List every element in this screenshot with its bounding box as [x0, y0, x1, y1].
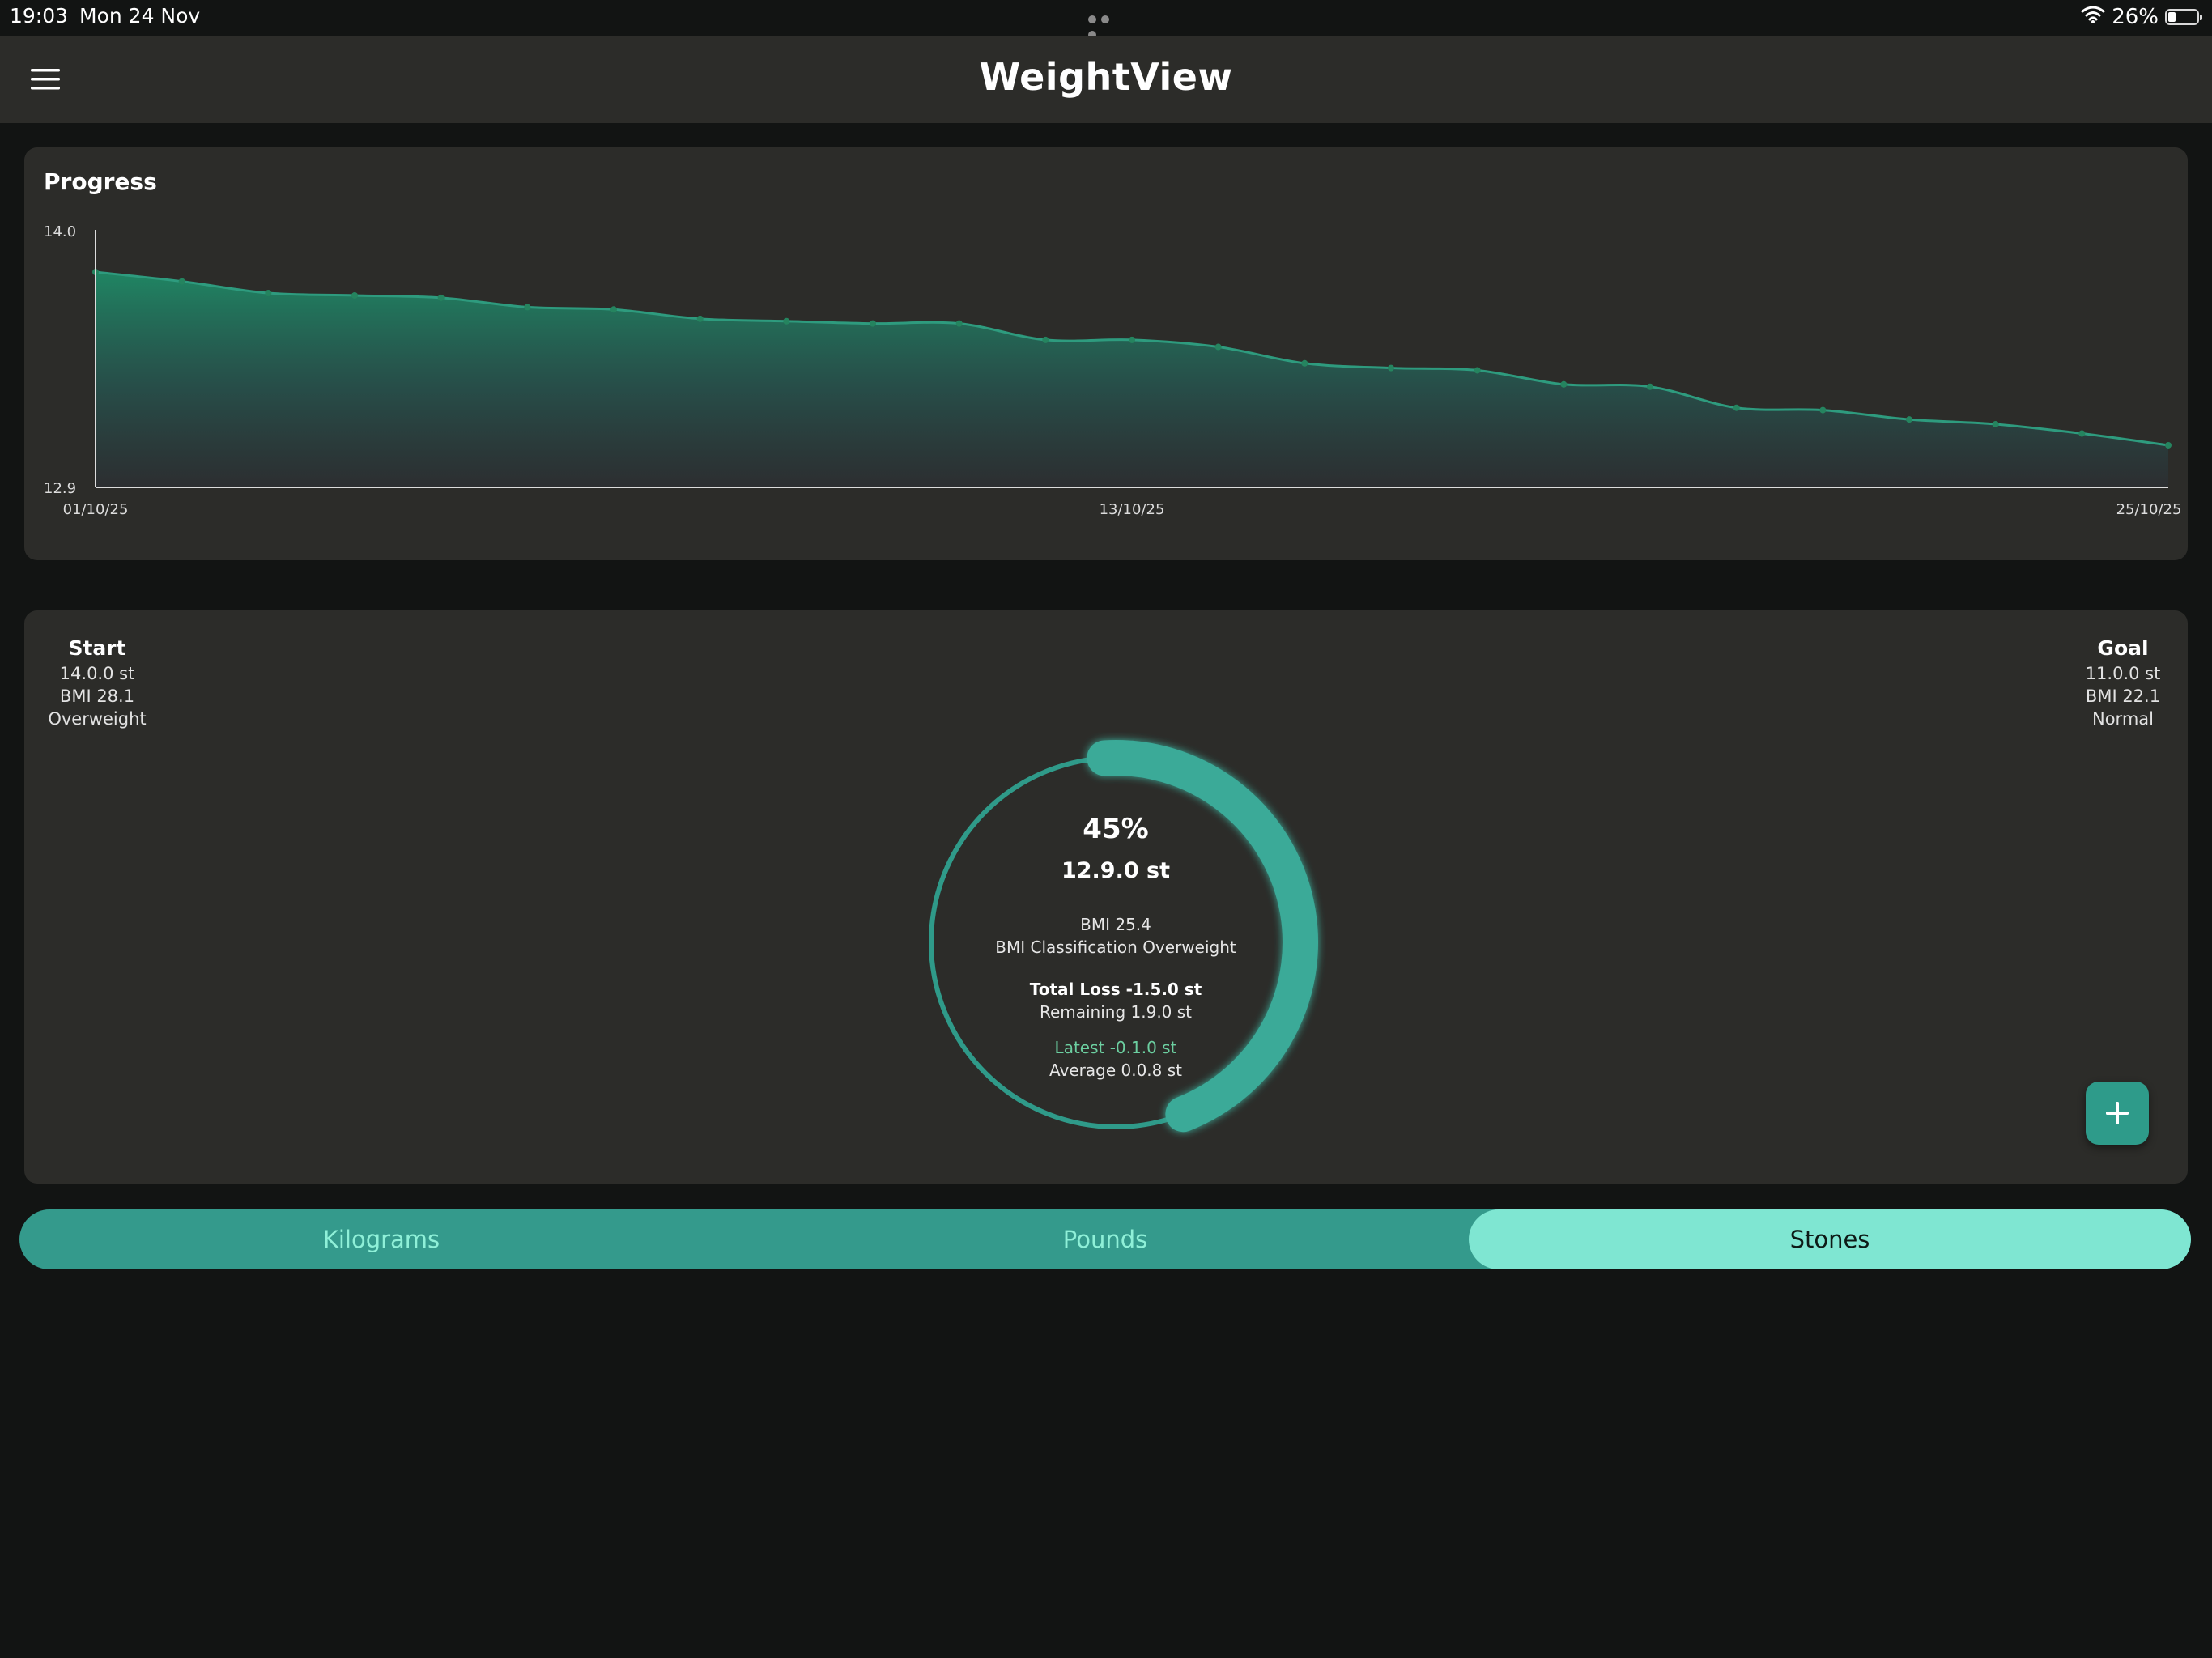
chart-point-18	[1647, 383, 1653, 390]
chart-point-8	[783, 317, 790, 325]
battery-level	[2168, 12, 2176, 22]
chart-point-14	[1301, 359, 1308, 367]
unit-option-kilograms[interactable]: Kilograms	[19, 1209, 743, 1269]
progress-chart: 14.0 12.9 01/10/25 13/10/25 25/10/25	[44, 223, 2182, 518]
start-label: Start	[68, 636, 126, 660]
progress-card: Progress 14.0 12.9 01/10/25 13/10/25 25/…	[24, 147, 2188, 560]
current-bmi: BMI 25.4	[1080, 915, 1151, 934]
total-loss: Total Loss -1.5.0 st	[1029, 980, 1202, 999]
chart-point-6	[610, 306, 617, 313]
x-tick-mid: 13/10/25	[1100, 501, 1165, 518]
battery-percent: 26%	[2112, 5, 2159, 29]
start-bmi: BMI 28.1	[59, 687, 135, 706]
unit-selector: Kilograms Pounds Stones	[19, 1209, 2191, 1269]
status-bar: 19:03 Mon 24 Nov 26%	[0, 0, 2212, 39]
chart-point-22	[1992, 420, 1999, 427]
goal-bmi: BMI 22.1	[2085, 687, 2161, 706]
remaining: Remaining 1.9.0 st	[1039, 1002, 1193, 1022]
start-summary: Start 14.0.0 st BMI 28.1 Overweight	[44, 635, 151, 730]
chart-point-17	[1560, 380, 1568, 388]
chart-point-4	[437, 294, 445, 301]
x-tick-end: 25/10/25	[2116, 501, 2182, 518]
chart-point-7	[696, 315, 704, 322]
x-tick-start: 01/10/25	[63, 501, 129, 518]
summary-card: Start 14.0.0 st BMI 28.1 Overweight Goal…	[24, 610, 2188, 1184]
chart-point-13	[1214, 343, 1222, 351]
goal-label: Goal	[2097, 636, 2149, 660]
chart-point-2	[265, 290, 272, 297]
chart-point-5	[524, 304, 531, 311]
current-weight: 12.9.0 st	[1061, 858, 1171, 883]
add-entry-button[interactable]	[2086, 1082, 2149, 1145]
chart-point-3	[351, 291, 358, 299]
chart-point-16	[1474, 367, 1481, 374]
chart-point-21	[1906, 416, 1912, 423]
chart-point-12	[1129, 336, 1135, 343]
chart-point-9	[870, 320, 876, 327]
chart-point-10	[955, 320, 963, 327]
status-date: Mon 24 Nov	[79, 4, 201, 28]
unit-option-stones[interactable]: Stones	[1469, 1209, 2191, 1269]
chart-point-19	[1733, 404, 1740, 411]
status-indicators: 26%	[2081, 3, 2202, 31]
chart-point-20	[1819, 406, 1827, 414]
goal-weight: 11.0.0 st	[2085, 664, 2161, 683]
app-title: WeightView	[979, 55, 1233, 99]
multitasking-dots-icon[interactable]	[1088, 11, 1125, 39]
battery-icon	[2165, 9, 2202, 25]
start-classification: Overweight	[48, 709, 147, 729]
y-tick-max: 14.0	[44, 223, 76, 240]
app-bar: WeightView	[0, 36, 2212, 123]
latest-change: Latest -0.1.0 st	[1054, 1038, 1177, 1057]
wifi-icon	[2081, 5, 2105, 30]
average-change: Average 0.0.8 st	[1049, 1061, 1182, 1080]
chart-area-fill	[96, 272, 2168, 487]
y-tick-min: 12.9	[44, 480, 76, 497]
progress-percent: 45%	[1083, 813, 1149, 845]
chart-point-1	[178, 278, 185, 285]
unit-option-pounds[interactable]: Pounds	[743, 1209, 1467, 1269]
chart-point-24	[2165, 441, 2172, 449]
chart-point-11	[1042, 336, 1049, 343]
chart-point-23	[2078, 430, 2086, 437]
goal-classification: Normal	[2092, 709, 2154, 729]
chart-point-15	[1388, 364, 1394, 372]
bmi-classification: BMI Classification Overweight	[995, 937, 1236, 957]
goal-summary: Goal 11.0.0 st BMI 22.1 Normal	[2074, 635, 2172, 730]
plus-icon	[2106, 1102, 2129, 1124]
status-time: 19:03	[10, 4, 69, 28]
start-weight: 14.0.0 st	[59, 664, 135, 683]
